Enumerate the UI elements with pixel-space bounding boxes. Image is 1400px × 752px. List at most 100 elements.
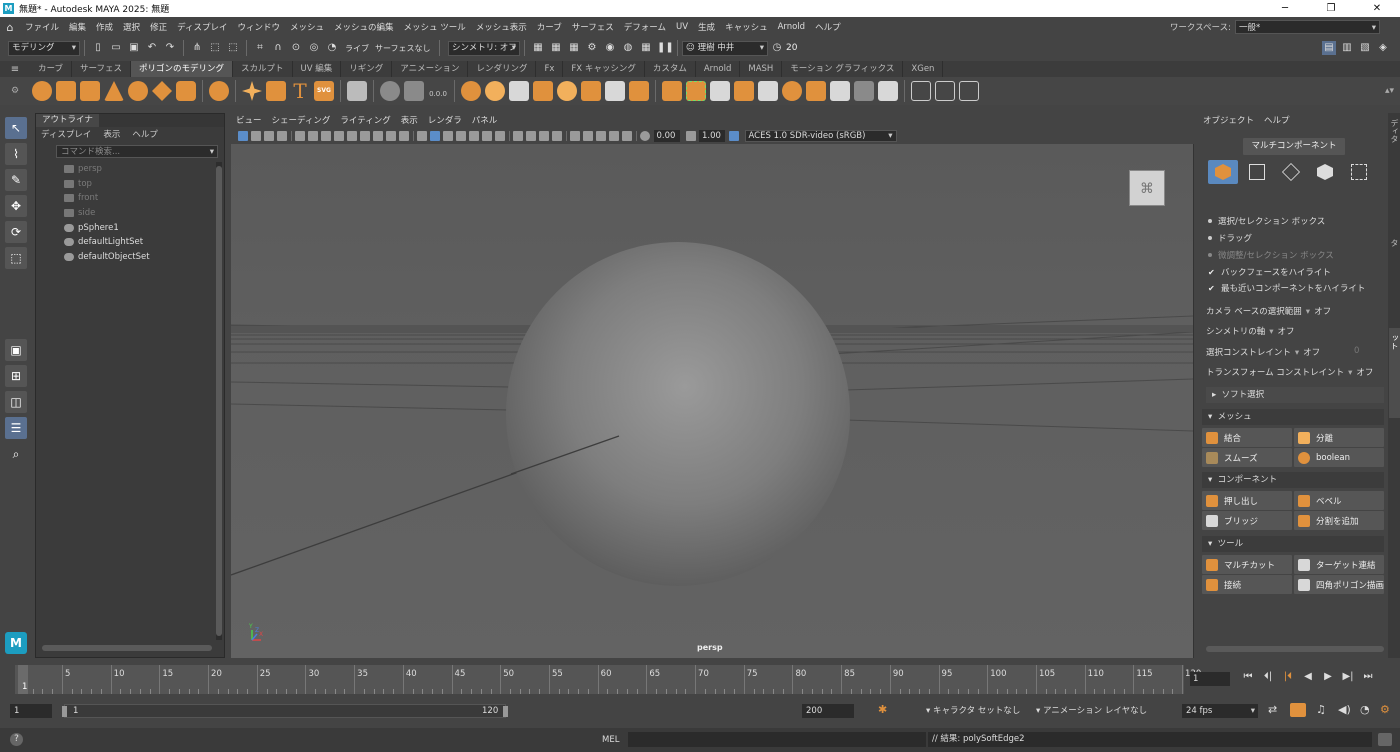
outliner-menu-help[interactable]: ヘルプ — [132, 128, 158, 140]
edge-loop-icon[interactable] — [935, 81, 955, 101]
symmetry-axis-option[interactable]: シンメトリの軸 ▾ オフ — [1206, 325, 1295, 337]
menu-curves[interactable]: カーブ — [532, 21, 567, 33]
use-all-lights-icon[interactable] — [482, 130, 492, 141]
add-divisions-button[interactable]: 分割を追加 — [1294, 511, 1384, 530]
outliner-item[interactable]: top — [36, 177, 224, 192]
snap-curve-icon[interactable]: ∩ — [271, 41, 285, 55]
history-icon[interactable]: ◷ — [770, 41, 784, 55]
gate-mask-icon[interactable] — [360, 130, 370, 141]
resolution-gate-icon[interactable] — [347, 130, 357, 141]
current-frame-field[interactable]: 1 — [1190, 672, 1230, 686]
mesh-section-header[interactable]: ▾ メッシュ — [1202, 409, 1384, 425]
grease-pencil-icon[interactable] — [308, 130, 318, 141]
exposure-field[interactable]: 0.00 — [653, 129, 680, 142]
character-set-dropdown[interactable]: ▾ キャラクタ セットなし — [926, 704, 1020, 716]
menu-display[interactable]: ディスプレイ — [172, 21, 232, 33]
edge-mode-button[interactable] — [1276, 160, 1306, 184]
snap-view-icon[interactable]: ◔ — [325, 41, 339, 55]
select-hierarchy-icon[interactable]: ⋔ — [190, 41, 204, 55]
playback-speed-icon[interactable]: ◔ — [1360, 703, 1370, 716]
viewport-menu-show[interactable]: 表示 — [401, 114, 418, 126]
shelf-tab-sculpting[interactable]: スカルプト — [233, 61, 293, 77]
help-line-icon[interactable]: ? — [10, 733, 23, 746]
poly-cone-icon[interactable] — [104, 81, 124, 101]
snap-point-icon[interactable]: ⊙ — [289, 41, 303, 55]
go-to-end-icon[interactable]: ⏭ — [1358, 671, 1378, 682]
two-view-layout-icon[interactable]: ◫ — [5, 391, 27, 413]
mode-dropdown[interactable]: モデリング — [8, 40, 80, 56]
fps-dropdown[interactable]: 24 fps — [1182, 704, 1258, 718]
select-component-icon[interactable]: ⬚ — [226, 41, 240, 55]
isolate-select-icon[interactable] — [570, 130, 580, 141]
highlight-nearest-checkbox[interactable]: ✔ 最も近いコンポーネントをハイライト — [1208, 282, 1365, 295]
bridge-button[interactable]: ブリッジ — [1202, 511, 1292, 530]
mtk-menu-object[interactable]: オブジェクト — [1203, 114, 1254, 126]
shelf-tab-xgen[interactable]: XGen — [903, 61, 944, 77]
menu-mesh-display[interactable]: メッシュ表示 — [471, 21, 532, 33]
mtk-horizontal-scrollbar[interactable] — [1206, 646, 1384, 652]
psphere1-mesh[interactable] — [506, 242, 850, 586]
bevel-icon[interactable] — [710, 81, 730, 101]
uv-editor-icon[interactable] — [347, 81, 367, 101]
fill-hole-icon[interactable] — [758, 81, 778, 101]
pick-option-select-box[interactable]: 選択/セレクション ボックス — [1208, 215, 1325, 227]
select-camera-icon[interactable] — [238, 130, 248, 141]
hypershade-icon[interactable]: ◉ — [603, 41, 617, 55]
open-scene-icon[interactable]: ▭ — [109, 41, 123, 55]
depth-of-field-icon[interactable] — [552, 130, 562, 141]
poly-sphere-icon[interactable] — [32, 81, 52, 101]
poly-cube-icon[interactable] — [56, 81, 76, 101]
tool-settings-toggle-icon[interactable]: ▧ — [1358, 41, 1372, 55]
shelf-options-icon[interactable]: ⚙ — [0, 86, 30, 96]
outliner-search-input[interactable]: コマンド検索... — [56, 145, 218, 159]
shelf-tab-motion-graphics[interactable]: モーション グラフィックス — [782, 61, 904, 77]
selection-constraint-option[interactable]: 選択コンストレイント ▾ オフ 0 — [1206, 346, 1359, 358]
smooth-button[interactable]: スムーズ — [1202, 448, 1292, 467]
menu-uv[interactable]: UV — [671, 22, 693, 32]
sweep-mesh-icon[interactable] — [266, 81, 286, 101]
search-icon[interactable]: ⌕ — [5, 443, 27, 465]
select-object-icon[interactable]: ⬚ — [208, 41, 222, 55]
side-tab-channel-box[interactable]: チャネル ボックス/レイヤ エディタ — [1389, 113, 1400, 233]
edit-edge-flow-icon[interactable] — [959, 81, 979, 101]
menu-create[interactable]: 作成 — [91, 21, 118, 33]
viewport-menu-panels[interactable]: パネル — [472, 114, 498, 126]
render-view-icon[interactable]: ▦ — [531, 41, 545, 55]
object-mode-button[interactable] — [1208, 160, 1238, 184]
snap-together-icon[interactable]: 0.0.0 — [428, 80, 448, 102]
anti-aliasing-icon[interactable] — [539, 130, 549, 141]
shelf-menu-icon[interactable]: ≡ — [0, 64, 30, 75]
menu-modify[interactable]: 修正 — [145, 21, 172, 33]
textured-icon[interactable] — [469, 130, 479, 141]
shelf-tab-fx[interactable]: Fx — [536, 61, 564, 77]
collapse-icon[interactable] — [878, 81, 898, 101]
type-tool-icon[interactable]: T — [290, 81, 310, 101]
face-mode-button[interactable] — [1310, 160, 1340, 184]
shelf-scroll-icon[interactable]: ▴▾ — [1385, 86, 1394, 96]
poly-disc-icon[interactable] — [176, 81, 196, 101]
viewport-menu-shading[interactable]: シェーディング — [272, 114, 331, 126]
mesh-boolean-difference-icon[interactable] — [557, 81, 577, 101]
outliner-item[interactable]: defaultLightSet — [36, 235, 224, 250]
multi-cut-icon[interactable] — [782, 81, 802, 101]
shelf-tab-custom[interactable]: カスタム — [645, 61, 696, 77]
save-scene-icon[interactable]: ▣ — [127, 41, 141, 55]
step-forward-key-icon[interactable]: ▶| — [1338, 671, 1358, 682]
xray-icon[interactable] — [583, 130, 593, 141]
play-backwards-icon[interactable]: ◀ — [1298, 671, 1318, 682]
menu-help[interactable]: ヘルプ — [810, 21, 846, 33]
highlight-backfaces-checkbox[interactable]: ✔ バックフェースをハイライト — [1208, 266, 1331, 279]
range-start-handle[interactable] — [62, 706, 67, 717]
attribute-editor-toggle-icon[interactable]: ▥ — [1340, 41, 1354, 55]
gamma-icon[interactable] — [685, 130, 696, 141]
outliner-item[interactable]: defaultObjectSet — [36, 250, 224, 265]
mesh-smooth-icon[interactable] — [509, 81, 529, 101]
pick-option-tweak[interactable]: 微調整/セレクション ボックス — [1208, 249, 1334, 261]
user-account-dropdown[interactable]: ☺ 理樹 中井 — [682, 40, 768, 56]
xray-joints-icon[interactable] — [596, 130, 606, 141]
merge-vertices-icon[interactable] — [854, 81, 874, 101]
safe-title-icon[interactable] — [399, 130, 409, 141]
camera-based-selection-option[interactable]: カメラ ベースの選択範囲 ▾ オフ — [1206, 305, 1331, 317]
paint-select-icon[interactable] — [911, 81, 931, 101]
scale-tool-icon[interactable]: ⬚ — [5, 247, 27, 269]
